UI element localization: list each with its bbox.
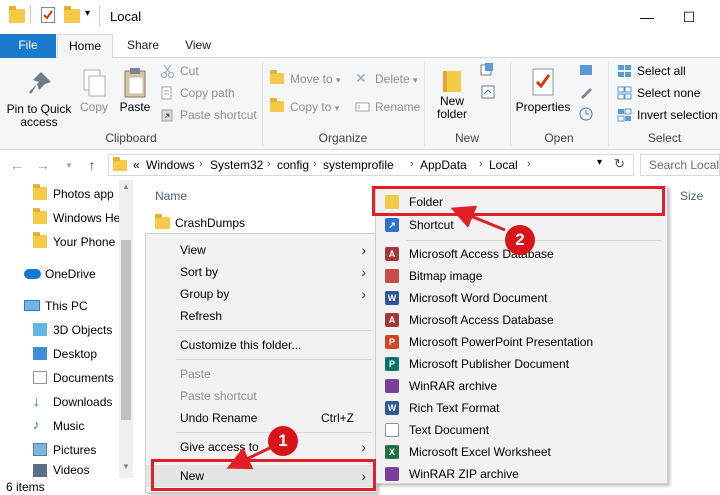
step-badge-2: 2 [505, 225, 535, 255]
arrow-to-folder [450, 205, 506, 232]
arrow-to-new [226, 444, 275, 470]
step-badge-1: 1 [268, 426, 298, 456]
annotation-arrows [226, 205, 506, 470]
